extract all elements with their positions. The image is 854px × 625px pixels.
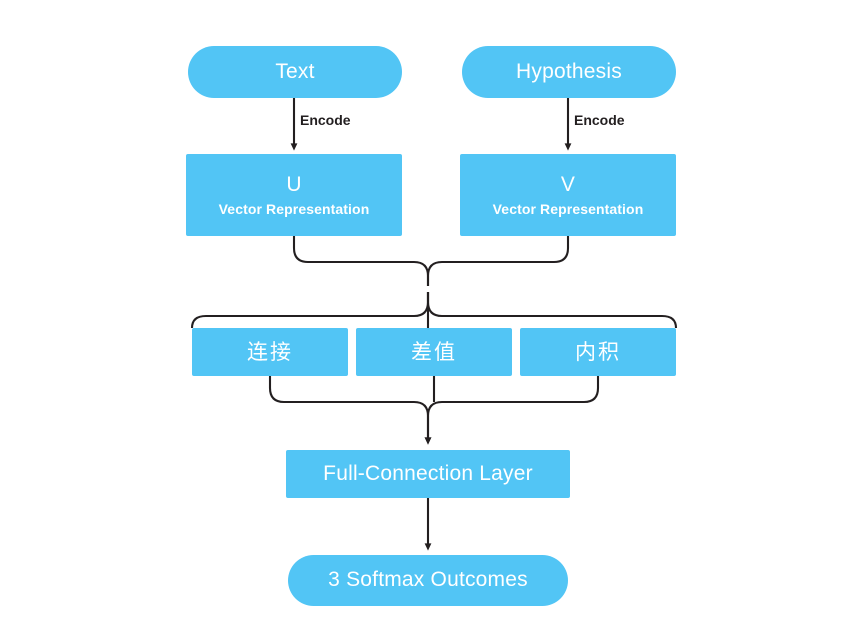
node-dot[interactable]: 内积 bbox=[520, 328, 676, 376]
node-u-sublabel: Vector Representation bbox=[218, 201, 370, 218]
edge-label-encode-right: Encode bbox=[574, 112, 625, 128]
node-diff-label: 差值 bbox=[411, 339, 457, 364]
node-hypothesis-label: Hypothesis bbox=[516, 59, 622, 83]
node-softmax-outcomes-label: 3 Softmax Outcomes bbox=[328, 568, 528, 592]
node-u[interactable]: U Vector Representation bbox=[186, 154, 402, 236]
node-v-label: V bbox=[560, 172, 576, 196]
node-dot-label: 内积 bbox=[575, 339, 621, 364]
connector-wires bbox=[190, 98, 678, 551]
node-full-connection-layer[interactable]: Full-Connection Layer bbox=[286, 450, 570, 498]
node-u-label: U bbox=[286, 172, 302, 196]
node-concat-label: 连接 bbox=[247, 339, 293, 364]
node-v-sublabel: Vector Representation bbox=[492, 201, 644, 218]
node-hypothesis[interactable]: Hypothesis bbox=[462, 46, 676, 98]
node-diff[interactable]: 差值 bbox=[356, 328, 512, 376]
node-concat[interactable]: 连接 bbox=[192, 328, 348, 376]
node-v[interactable]: V Vector Representation bbox=[460, 154, 676, 236]
node-softmax-outcomes[interactable]: 3 Softmax Outcomes bbox=[288, 555, 568, 606]
diagram-canvas: Text Hypothesis U Vector Representation … bbox=[0, 0, 854, 625]
node-text-label: Text bbox=[275, 59, 315, 83]
edge-label-encode-left: Encode bbox=[300, 112, 351, 128]
node-text[interactable]: Text bbox=[188, 46, 402, 98]
node-full-connection-layer-label: Full-Connection Layer bbox=[323, 461, 533, 485]
